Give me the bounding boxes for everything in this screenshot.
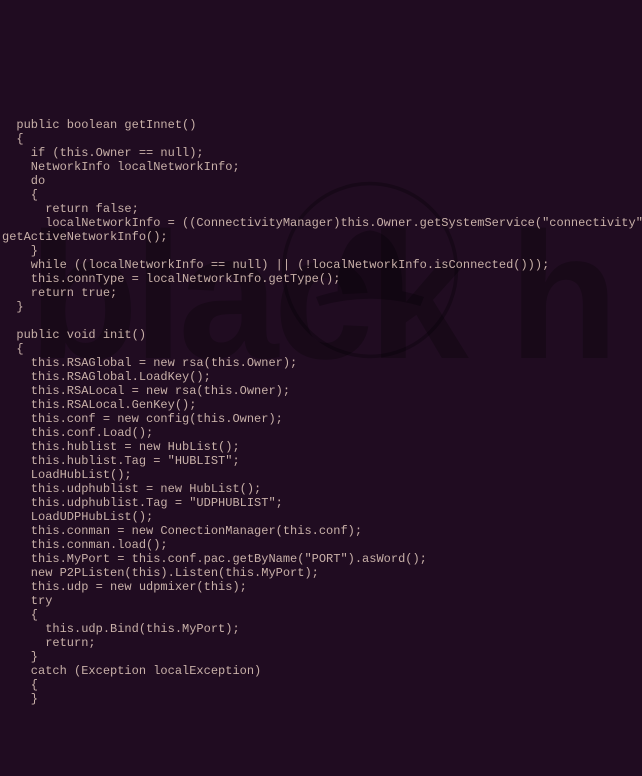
code-line: public boolean getInnet() — [2, 118, 642, 132]
code-line: catch (Exception localException) — [2, 664, 642, 678]
code-line: return true; — [2, 286, 642, 300]
code-line: this.udphublist.Tag = "UDPHUBLIST"; — [2, 496, 642, 510]
code-line: this.udp = new udpmixer(this); — [2, 580, 642, 594]
code-line: this.RSALocal.GenKey(); — [2, 398, 642, 412]
code-line: do — [2, 174, 642, 188]
code-line: this.conman = new ConectionManager(this.… — [2, 524, 642, 538]
code-line: this.hublist.Tag = "HUBLIST"; — [2, 454, 642, 468]
code-line: this.udp.Bind(this.MyPort); — [2, 622, 642, 636]
code-line: this.connType = localNetworkInfo.getType… — [2, 272, 642, 286]
code-line: this.conman.load(); — [2, 538, 642, 552]
code-line: { — [2, 188, 642, 202]
code-line: NetworkInfo localNetworkInfo; — [2, 160, 642, 174]
code-line: this.MyPort = this.conf.pac.getByName("P… — [2, 552, 642, 566]
code-line: } — [2, 244, 642, 258]
code-line: { — [2, 678, 642, 692]
code-block: public boolean getInnet() { if (this.Own… — [2, 118, 642, 706]
code-line: return; — [2, 636, 642, 650]
code-line: new P2PListen(this).Listen(this.MyPort); — [2, 566, 642, 580]
code-line: localNetworkInfo = ((ConnectivityManager… — [2, 216, 642, 230]
code-line: } — [2, 650, 642, 664]
code-line: this.conf.Load(); — [2, 426, 642, 440]
code-line: { — [2, 132, 642, 146]
code-line: { — [2, 608, 642, 622]
code-line: } — [2, 692, 642, 706]
code-line: try — [2, 594, 642, 608]
code-line: { — [2, 342, 642, 356]
code-line: this.RSAGlobal = new rsa(this.Owner); — [2, 356, 642, 370]
code-line: this.RSALocal = new rsa(this.Owner); — [2, 384, 642, 398]
code-line: return false; — [2, 202, 642, 216]
code-line: this.hublist = new HubList(); — [2, 440, 642, 454]
code-line: } — [2, 300, 642, 314]
code-line: while ((localNetworkInfo == null) || (!l… — [2, 258, 642, 272]
code-line: this.RSAGlobal.LoadKey(); — [2, 370, 642, 384]
code-line: public void init() — [2, 328, 642, 342]
code-line: this.conf = new config(this.Owner); — [2, 412, 642, 426]
code-line: getActiveNetworkInfo(); — [2, 230, 642, 244]
code-line: LoadUDPHubList(); — [2, 510, 642, 524]
code-line: if (this.Owner == null); — [2, 146, 642, 160]
code-line: LoadHubList(); — [2, 468, 642, 482]
code-line — [2, 314, 642, 328]
code-line: this.udphublist = new HubList(); — [2, 482, 642, 496]
